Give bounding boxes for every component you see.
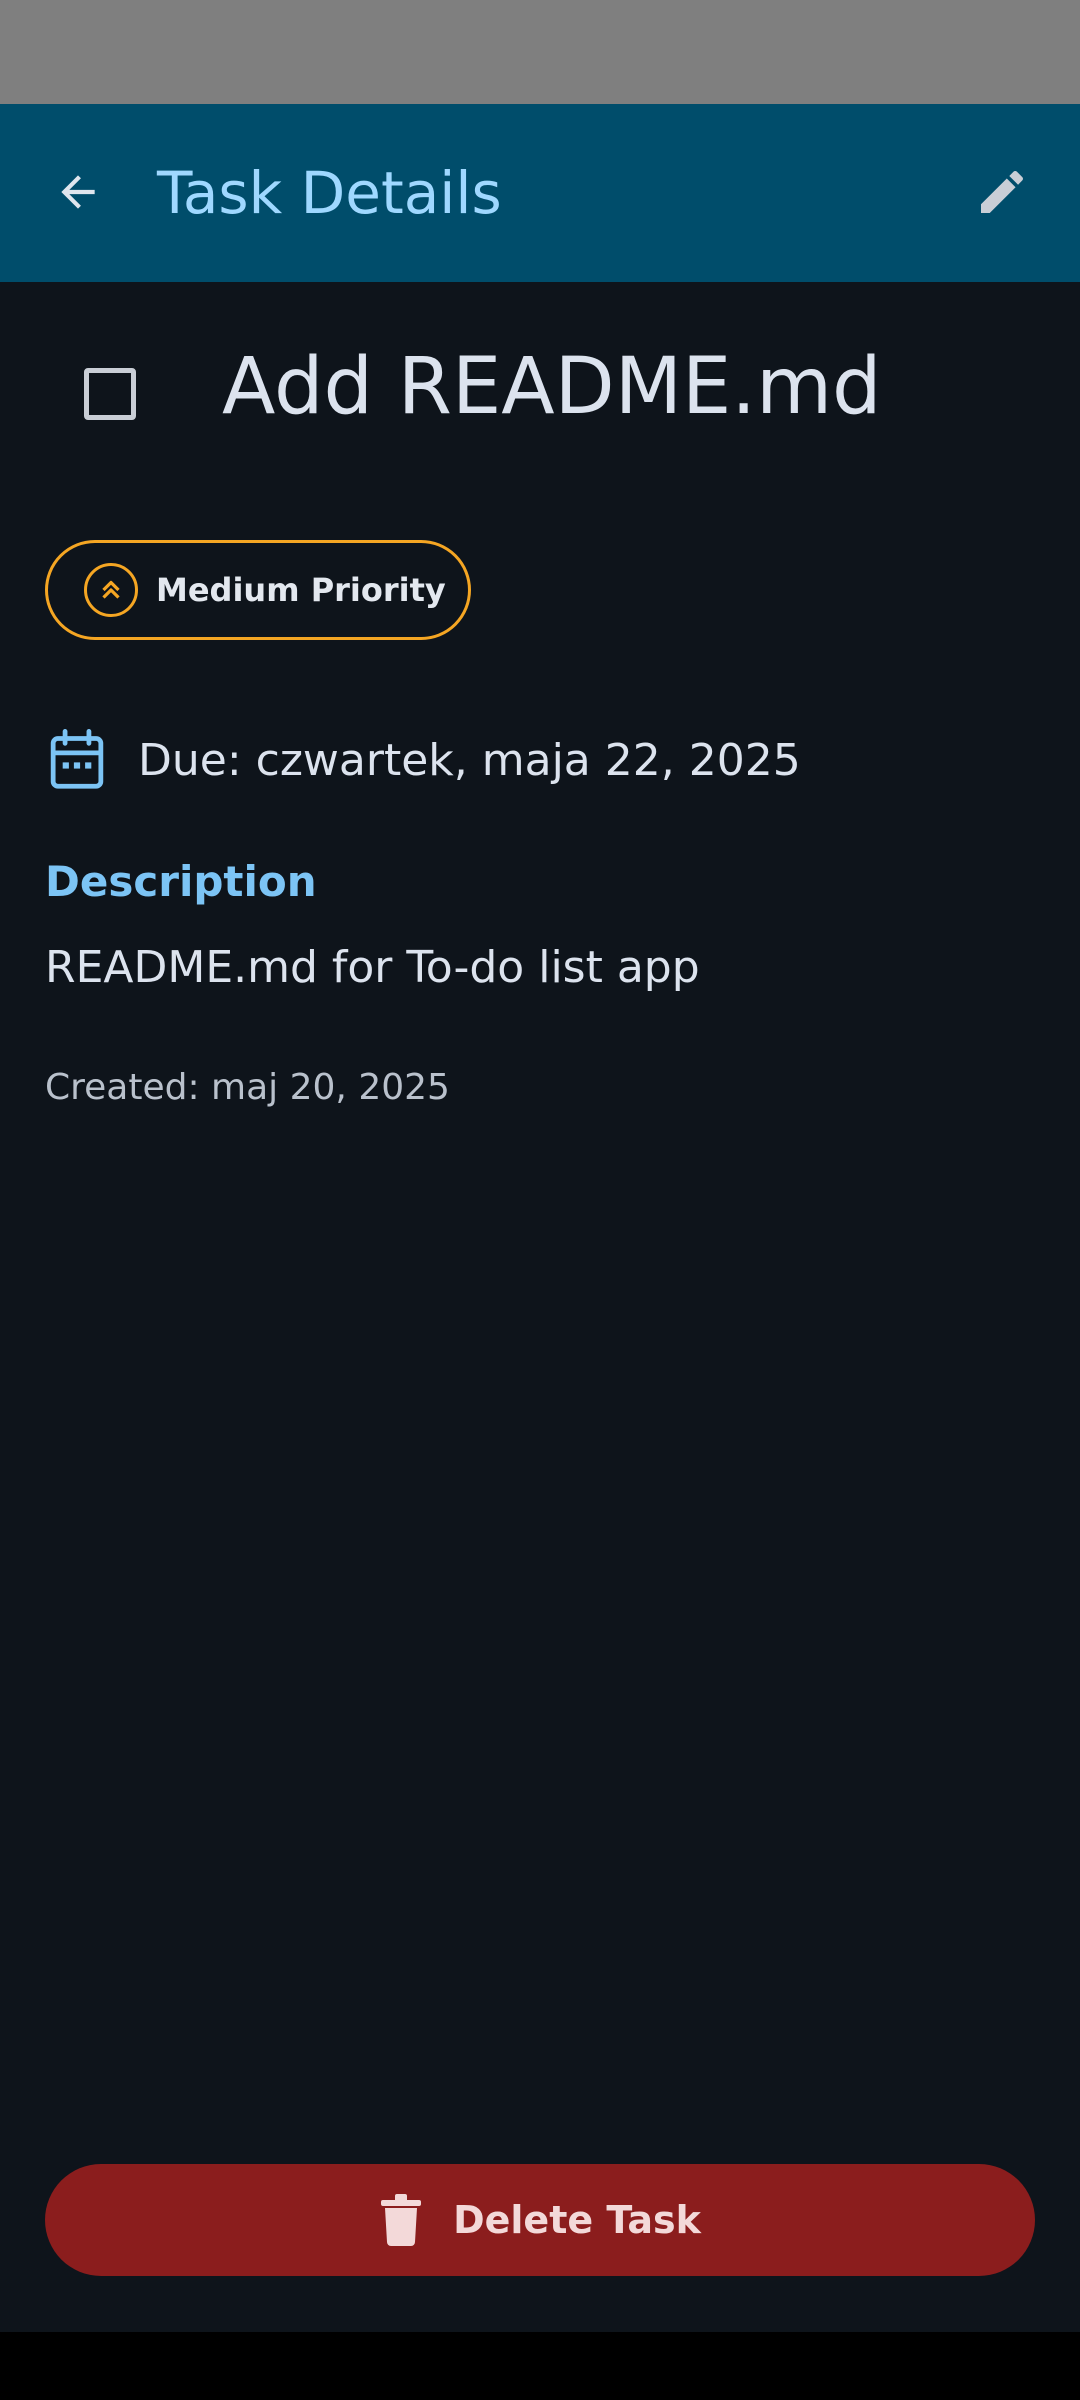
delete-task-label: Delete Task — [453, 2198, 701, 2242]
due-date-text: Due: czwartek, maja 22, 2025 — [138, 734, 801, 786]
chevron-double-up-icon — [84, 563, 138, 617]
page-title: Task Details — [157, 159, 502, 227]
app-bar: Task Details — [0, 104, 1080, 282]
trash-icon — [381, 2194, 422, 2246]
system-navigation-bar — [0, 2332, 1080, 2400]
due-date-row: Due: czwartek, maja 22, 2025 — [48, 720, 801, 800]
priority-chip: Medium Priority — [45, 540, 471, 640]
description-text: README.md for To-do list app — [45, 942, 700, 993]
calendar-icon — [50, 729, 104, 789]
task-title: Add README.md — [222, 342, 882, 432]
edit-button[interactable] — [954, 144, 1050, 240]
arrow-back-icon — [61, 175, 95, 209]
status-bar — [0, 0, 1080, 104]
delete-task-button[interactable]: Delete Task — [45, 2164, 1035, 2276]
priority-label: Medium Priority — [156, 571, 446, 609]
task-details-screen: Task Details Add README.md Medium Priori… — [0, 0, 1080, 2400]
task-complete-checkbox[interactable] — [84, 368, 136, 420]
created-date-text: Created: maj 20, 2025 — [45, 1067, 450, 1108]
back-button[interactable] — [30, 144, 126, 240]
pencil-icon — [981, 170, 1024, 213]
description-heading: Description — [45, 857, 317, 906]
task-content: Add README.md Medium Priority Due: czwar — [0, 282, 1080, 2332]
